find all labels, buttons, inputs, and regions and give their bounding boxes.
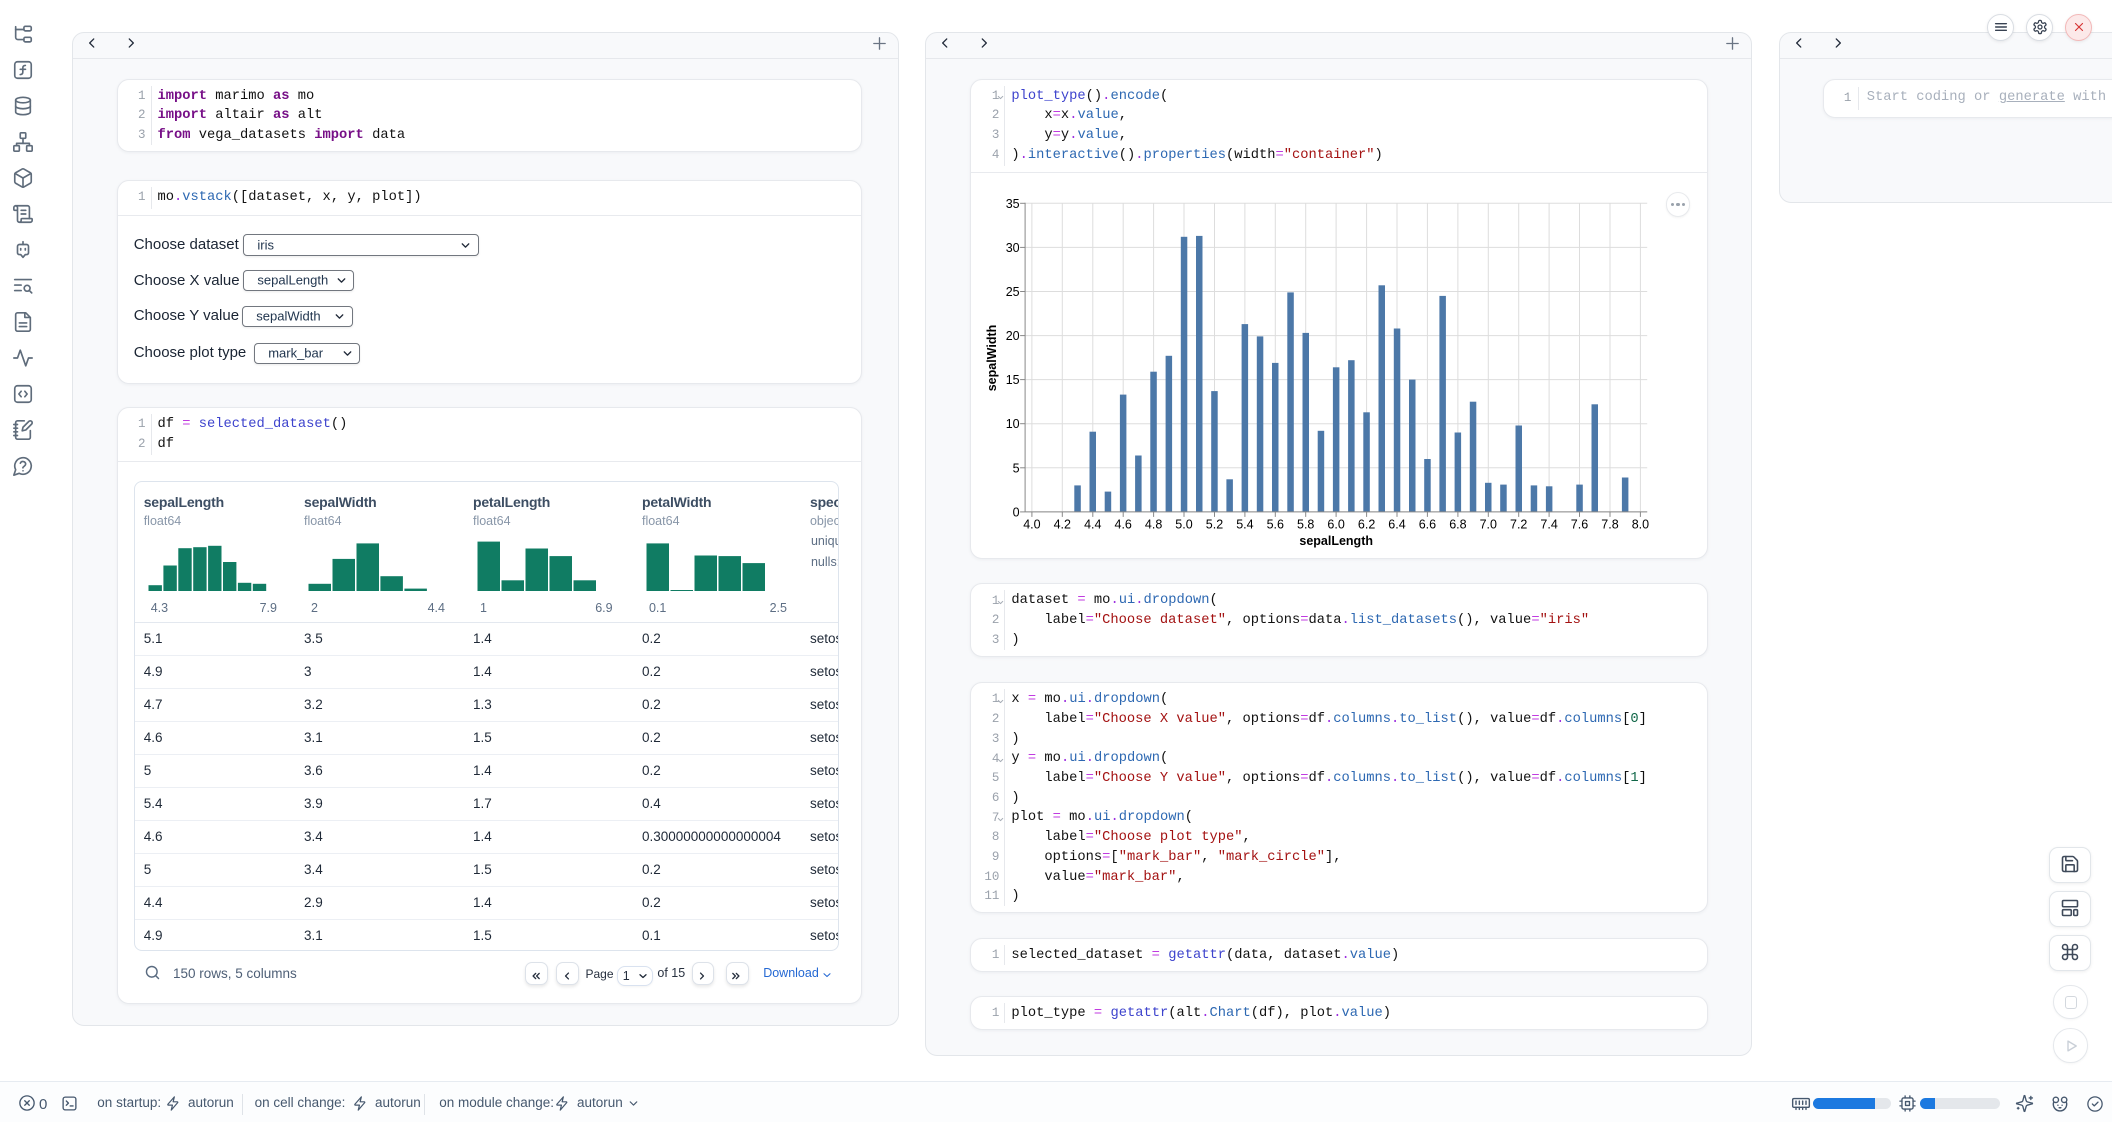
svg-text:4.4: 4.4 (1084, 517, 1101, 531)
svg-text:30: 30 (1006, 240, 1020, 254)
svg-text:4.2: 4.2 (1054, 517, 1071, 531)
svg-text:8.0: 8.0 (1632, 517, 1649, 531)
svg-text:5: 5 (1013, 461, 1020, 475)
svg-text:7.0: 7.0 (1480, 517, 1497, 531)
svg-text:6.4: 6.4 (1389, 517, 1406, 531)
svg-text:4.6: 4.6 (1115, 517, 1132, 531)
svg-text:15: 15 (1006, 373, 1020, 387)
svg-text:7.2: 7.2 (1510, 517, 1527, 531)
svg-text:5.4: 5.4 (1237, 517, 1254, 531)
svg-text:6.8: 6.8 (1450, 517, 1467, 531)
svg-text:5.2: 5.2 (1206, 517, 1223, 531)
svg-text:7.6: 7.6 (1571, 517, 1588, 531)
svg-text:sepalWidth: sepalWidth (985, 324, 999, 391)
svg-text:0: 0 (1013, 505, 1020, 519)
svg-text:4.8: 4.8 (1145, 517, 1162, 531)
svg-text:5.8: 5.8 (1297, 517, 1314, 531)
svg-text:20: 20 (1006, 329, 1020, 343)
svg-text:5.0: 5.0 (1176, 517, 1193, 531)
svg-text:6.0: 6.0 (1328, 517, 1345, 531)
svg-text:4.0: 4.0 (1024, 517, 1041, 531)
svg-text:7.4: 7.4 (1541, 517, 1558, 531)
svg-text:6.2: 6.2 (1358, 517, 1375, 531)
svg-text:6.6: 6.6 (1419, 517, 1436, 531)
svg-text:sepalLength: sepalLength (1300, 534, 1374, 548)
svg-text:25: 25 (1006, 285, 1020, 299)
svg-text:5.6: 5.6 (1267, 517, 1284, 531)
svg-text:7.8: 7.8 (1602, 517, 1619, 531)
svg-text:35: 35 (1006, 196, 1020, 210)
svg-text:10: 10 (1006, 417, 1020, 431)
